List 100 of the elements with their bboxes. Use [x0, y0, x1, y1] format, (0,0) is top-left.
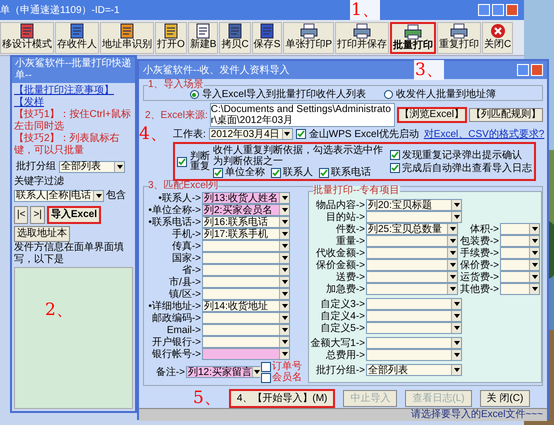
checkbox[interactable] — [177, 156, 187, 166]
toolbar-button[interactable]: 拷贝C — [219, 22, 251, 54]
maximize-icon[interactable] — [517, 64, 529, 76]
minimize-icon[interactable] — [478, 4, 490, 16]
dropdown-field[interactable] — [366, 322, 462, 334]
field-label: 重量-> — [334, 236, 365, 246]
dropdown-field[interactable] — [202, 336, 290, 348]
field-label: 件数-> — [334, 224, 365, 234]
dropdown-arrow-icon — [282, 244, 288, 248]
toolbar-button[interactable]: 重复打印 — [437, 22, 482, 54]
dropdown-field[interactable]: 列20:宝贝标题 — [366, 199, 462, 211]
dropdown-field[interactable] — [366, 259, 458, 271]
checkbox[interactable] — [390, 150, 400, 160]
dropdown-field[interactable]: 全部列表 — [366, 364, 462, 376]
nav-button[interactable]: 选取地址本 — [14, 226, 70, 242]
link[interactable]: 【发样 — [14, 97, 44, 109]
dropdown-field[interactable]: 2012年03月4日 — [208, 128, 293, 140]
nav-button[interactable]: 导入Excel — [46, 206, 102, 224]
checkbox[interactable] — [261, 362, 271, 372]
dropdown-field[interactable]: 全部列表 — [59, 160, 125, 172]
toolbar-button[interactable]: 存收件人 — [55, 22, 99, 54]
dropdown-field[interactable]: 联系人|全称|电话 — [14, 190, 104, 202]
dropdown-field[interactable] — [202, 240, 290, 252]
dropdown-field[interactable] — [366, 337, 462, 349]
nav-button[interactable]: |< — [14, 206, 28, 224]
toolbar-button[interactable]: 单张打印P — [283, 22, 334, 54]
dropdown-arrow-icon — [282, 208, 288, 212]
field-label: 批打分组-> — [314, 364, 365, 376]
checkbox[interactable] — [261, 372, 271, 382]
dropdown-field[interactable]: 列14:收货地址 — [202, 300, 290, 312]
dropdown-field[interactable] — [366, 211, 462, 223]
dropdown-field[interactable] — [202, 324, 290, 336]
dropdown-field[interactable] — [500, 283, 540, 295]
checkbox-label: 会员名 — [272, 372, 302, 383]
dropdown-field[interactable] — [500, 247, 540, 259]
dropdown-field[interactable]: 列25:宝贝总数量 — [366, 223, 458, 235]
dropdown-field[interactable] — [202, 252, 290, 264]
dropdown-field[interactable] — [366, 271, 458, 283]
step-annotation: 4、 — [139, 124, 167, 144]
dropdown-field[interactable] — [366, 283, 458, 295]
checkbox[interactable] — [296, 129, 306, 139]
dropdown-field[interactable] — [366, 235, 458, 247]
radio-button[interactable] — [384, 90, 394, 99]
dropdown-field[interactable] — [202, 312, 290, 324]
link[interactable]: 【批量打印注意事项】 — [14, 85, 114, 97]
dropdown-arrow-icon — [282, 196, 288, 200]
dropdown-field[interactable] — [202, 264, 290, 276]
checkbox[interactable] — [390, 163, 400, 173]
dropdown-field[interactable] — [202, 348, 290, 360]
dropdown-arrow-icon — [282, 268, 288, 272]
close-icon[interactable] — [531, 64, 543, 76]
dropdown-field[interactable]: 列16:联系电话 — [202, 216, 290, 228]
dropdown-field[interactable] — [366, 349, 462, 361]
path-field[interactable]: C:\Documents and Settings\Administrator\桌面\2012年03月 — [210, 103, 395, 127]
dropdown-field[interactable] — [500, 259, 540, 271]
dialog-button[interactable]: 关 闭(C) — [480, 390, 530, 406]
radio-button[interactable] — [190, 90, 199, 99]
dialog-button[interactable]: 4、【开始导入】(M) — [228, 388, 336, 408]
checkbox[interactable] — [213, 168, 223, 178]
hint-text: 收件人重复判断依据，勾选表示选中作为判断依据之一 — [213, 145, 383, 167]
dropdown-field[interactable]: 列12:买家留言 — [186, 366, 260, 378]
dropdown-field[interactable] — [366, 310, 462, 322]
dropdown-field[interactable]: 列13:收货人姓名 — [202, 192, 290, 204]
browse-button[interactable]: 【浏览Excel】 — [396, 107, 467, 123]
field-label: 镇/区-> — [168, 288, 201, 300]
close-icon[interactable] — [506, 4, 518, 16]
dropdown-field[interactable] — [366, 247, 458, 259]
field-label: 关键字过滤 — [13, 176, 65, 188]
checkbox[interactable] — [319, 168, 329, 178]
tip-text: 【技巧1】：按住Ctrl+鼠标左击同时选 — [13, 109, 132, 132]
dropdown-arrow-icon — [450, 275, 456, 279]
document-icon — [195, 22, 212, 38]
field-label: •详细地址-> — [147, 300, 201, 312]
dropdown-field[interactable]: 列17:联系手机 — [202, 228, 290, 240]
toolbar-button[interactable]: 地址串识别 — [100, 22, 154, 54]
dropdown-field[interactable] — [500, 223, 540, 235]
toolbar-button[interactable]: 关闭C — [482, 22, 514, 54]
toolbar-button[interactable]: 打开O — [155, 22, 187, 54]
field-label: 自定义4-> — [319, 310, 365, 322]
rules-button[interactable]: 【列匹配规则】 — [469, 108, 543, 122]
dropdown-arrow-icon — [454, 368, 460, 372]
dropdown-field[interactable] — [202, 288, 290, 300]
field-label: 物品内容-> — [314, 200, 365, 210]
dropdown-field[interactable] — [500, 271, 540, 283]
dropdown-arrow-icon — [450, 227, 456, 231]
field-label: Email-> — [166, 324, 201, 336]
toolbar-button[interactable]: 移设计模式 — [0, 22, 54, 54]
window-title: 小灰鲨软件--批量打印快递单-- — [15, 58, 132, 82]
format-link[interactable]: 对Excel、CSV的格式要求? — [424, 126, 544, 142]
toolbar-button[interactable]: 批量打印 — [390, 22, 436, 54]
toolbar-button[interactable]: 打印并保存 — [335, 22, 390, 54]
toolbar-button[interactable]: 保存S — [252, 22, 282, 54]
dropdown-field[interactable] — [500, 235, 540, 247]
checkbox[interactable] — [271, 168, 281, 178]
nav-button[interactable]: >| — [30, 206, 45, 224]
toolbar-button[interactable]: 新建B — [188, 22, 218, 54]
maximize-icon[interactable] — [492, 4, 504, 16]
dropdown-field[interactable]: 列2:买家会员名 — [202, 204, 290, 216]
dropdown-field[interactable] — [366, 298, 462, 310]
dropdown-field[interactable] — [202, 276, 290, 288]
